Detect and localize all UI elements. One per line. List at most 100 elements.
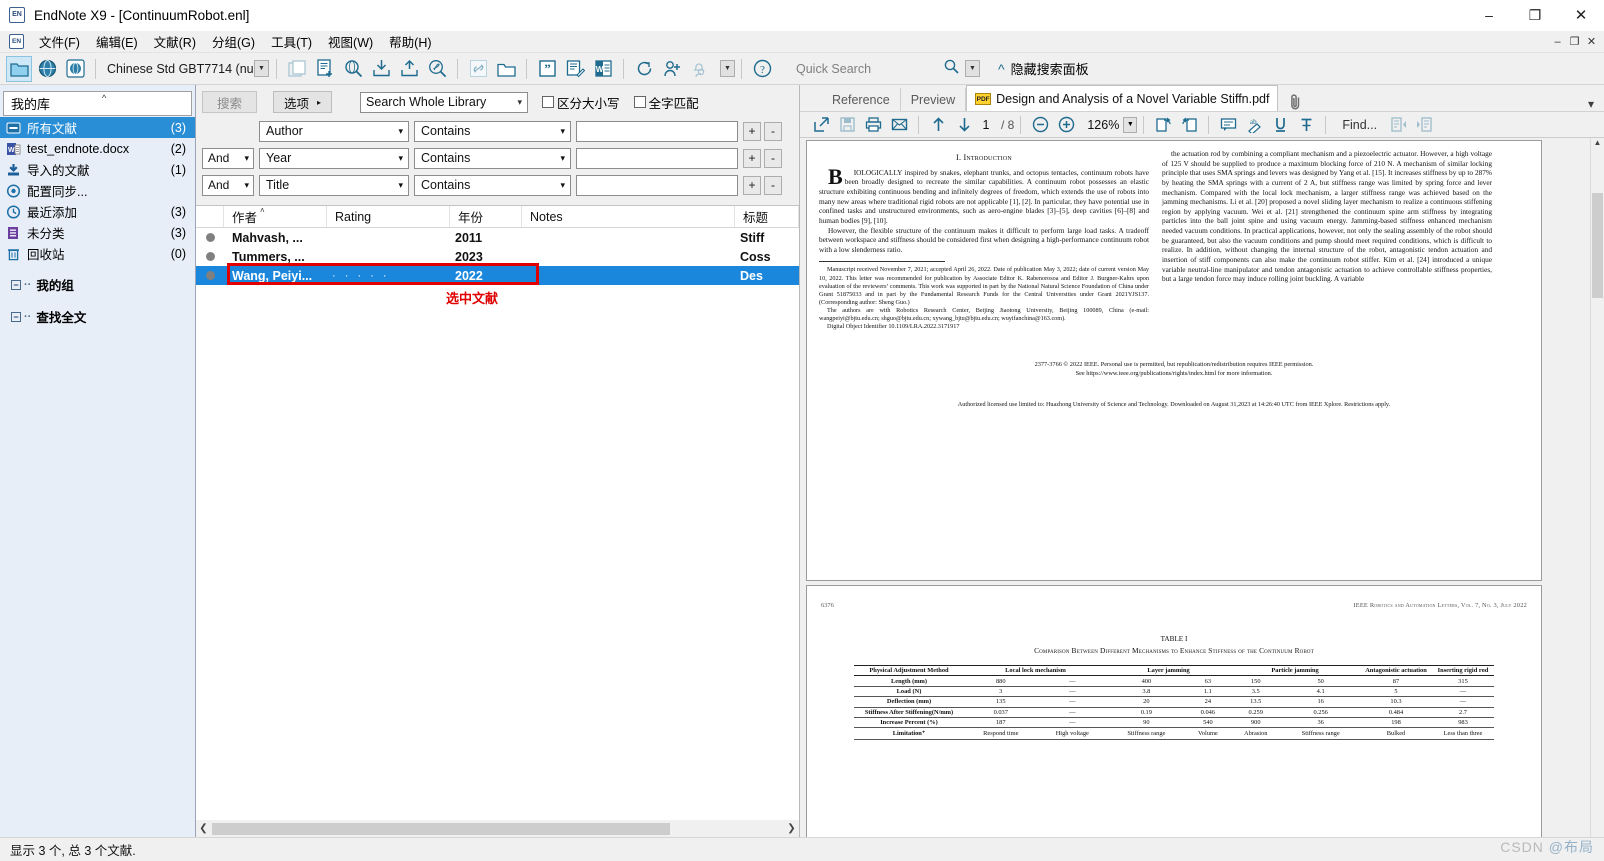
new-reference-icon[interactable] bbox=[312, 56, 338, 82]
add-search-row-button[interactable]: + bbox=[743, 148, 761, 168]
column-header-attachment[interactable] bbox=[196, 206, 224, 227]
online-search-icon[interactable] bbox=[340, 56, 366, 82]
menu-item-references[interactable]: 文献(R) bbox=[146, 30, 204, 53]
sync-icon[interactable] bbox=[631, 56, 657, 82]
scroll-left-icon[interactable]: ❮ bbox=[196, 823, 211, 834]
minimize-button[interactable]: – bbox=[1466, 0, 1512, 31]
hscroll-thumb[interactable] bbox=[212, 822, 670, 835]
search-button[interactable]: 搜索 bbox=[202, 91, 258, 113]
table-row[interactable]: Wang, Peiyi... · · · · · 2022 Des bbox=[196, 266, 799, 285]
search-field-select[interactable]: Title ▾ bbox=[259, 174, 409, 196]
column-header-year[interactable]: 年份 bbox=[450, 206, 522, 227]
search-term-input[interactable] bbox=[576, 120, 738, 142]
print-icon[interactable] bbox=[860, 113, 886, 136]
chevron-down-icon[interactable]: ▼ bbox=[254, 60, 269, 77]
sidebar-group-my-groups[interactable]: − ·· 我的组 bbox=[0, 274, 195, 295]
sidebar-item-unfiled[interactable]: 未分类 (3) bbox=[0, 222, 195, 243]
scroll-right-icon[interactable]: ❯ bbox=[784, 823, 799, 834]
search-field-select[interactable]: Author ▾ bbox=[259, 120, 409, 142]
chevron-down-icon[interactable]: ▼ bbox=[1123, 116, 1138, 133]
export-icon[interactable] bbox=[396, 56, 422, 82]
checkbox-box[interactable] bbox=[542, 96, 555, 108]
sticky-note-icon[interactable] bbox=[1215, 113, 1241, 136]
quick-search-dropdown-icon[interactable]: ▼ bbox=[965, 60, 980, 77]
link-icon[interactable] bbox=[465, 56, 491, 82]
hscroll-track[interactable] bbox=[211, 821, 784, 836]
email-icon[interactable] bbox=[886, 113, 912, 136]
strikethrough-icon[interactable] bbox=[1293, 113, 1319, 136]
notify-icon[interactable] bbox=[687, 56, 713, 82]
page-up-icon[interactable] bbox=[925, 113, 951, 136]
search-field-select[interactable]: Year ▾ bbox=[259, 147, 409, 169]
column-header-rating[interactable]: Rating bbox=[327, 206, 450, 227]
tab-reference[interactable]: Reference bbox=[822, 88, 901, 111]
open-pdf-icon[interactable] bbox=[424, 56, 450, 82]
zoom-out-icon[interactable] bbox=[1027, 113, 1053, 136]
search-comparator-select[interactable]: Contains ▾ bbox=[414, 174, 571, 196]
menu-item-view[interactable]: 视图(W) bbox=[320, 30, 381, 53]
save-icon[interactable] bbox=[834, 113, 860, 136]
sidebar-item-imported-references[interactable]: 导入的文献 (1) bbox=[0, 159, 195, 180]
pdf-vertical-scrollbar[interactable]: ▲ bbox=[1590, 138, 1604, 837]
add-search-row-button[interactable]: + bbox=[743, 121, 761, 141]
search-comparator-select[interactable]: Contains ▾ bbox=[414, 120, 571, 142]
add-search-row-button[interactable]: + bbox=[743, 175, 761, 195]
maximize-button[interactable]: ❐ bbox=[1512, 0, 1558, 31]
copy-references-icon[interactable] bbox=[284, 56, 310, 82]
column-header-title[interactable]: 标题 bbox=[735, 206, 799, 227]
table-row[interactable]: Mahvash, ... 2011 Stiff bbox=[196, 228, 799, 247]
column-header-author[interactable]: 作者 ˄ bbox=[224, 206, 327, 227]
match-words-checkbox[interactable]: 全字匹配 bbox=[633, 93, 699, 112]
read-status-dot[interactable] bbox=[196, 233, 224, 242]
output-style-combo[interactable]: Chinese Std GBT7714 (numeri ▼ bbox=[102, 58, 270, 79]
zoom-in-icon[interactable] bbox=[1053, 113, 1079, 136]
word-icon[interactable]: W bbox=[590, 56, 616, 82]
search-icon[interactable] bbox=[944, 59, 959, 79]
tab-preview[interactable]: Preview bbox=[901, 88, 967, 111]
menu-item-file[interactable]: 文件(F) bbox=[31, 30, 88, 53]
help-icon[interactable]: ? bbox=[749, 56, 775, 82]
menu-item-help[interactable]: 帮助(H) bbox=[381, 30, 439, 53]
page-down-icon[interactable] bbox=[951, 113, 977, 136]
reference-list-hscrollbar[interactable]: ❮ ❯ bbox=[196, 820, 799, 837]
mdi-close-button[interactable]: ✕ bbox=[1583, 35, 1600, 48]
remove-search-row-button[interactable]: - bbox=[764, 121, 782, 141]
remove-search-row-button[interactable]: - bbox=[764, 148, 782, 168]
mdi-restore-button[interactable]: ❐ bbox=[1566, 35, 1583, 48]
pdf-find-input[interactable]: Find... bbox=[1342, 118, 1377, 132]
insert-citation-icon[interactable]: ” bbox=[534, 56, 560, 82]
rotate-right-icon[interactable] bbox=[1176, 113, 1202, 136]
paperclip-icon[interactable] bbox=[1278, 93, 1312, 111]
search-operator-select[interactable]: And ▾ bbox=[202, 147, 254, 169]
quick-search-input[interactable]: Quick Search bbox=[796, 62, 936, 76]
chevron-down-icon[interactable]: ▾ bbox=[1588, 97, 1604, 111]
sidebar-item-recently-added[interactable]: 最近添加 (3) bbox=[0, 201, 195, 222]
highlight-icon[interactable]: ab bbox=[1241, 113, 1267, 136]
next-match-icon[interactable] bbox=[1411, 113, 1437, 136]
close-button[interactable]: ✕ bbox=[1558, 0, 1604, 31]
search-options-button[interactable]: 选项 ▸ bbox=[273, 91, 333, 113]
import-icon[interactable] bbox=[368, 56, 394, 82]
search-comparator-select[interactable]: Contains ▾ bbox=[414, 147, 571, 169]
tab-pdf-attachment[interactable]: PDF Design and Analysis of a Novel Varia… bbox=[966, 85, 1279, 111]
collapse-expander-icon[interactable]: − bbox=[11, 279, 21, 290]
notify-dropdown-icon[interactable]: ▼ bbox=[720, 60, 735, 77]
sidebar-item-configure-sync[interactable]: 配置同步... bbox=[0, 180, 195, 201]
search-operator-select[interactable]: And ▾ bbox=[202, 174, 254, 196]
sidebar-item-all-references[interactable]: 所有文献 (3) bbox=[0, 117, 195, 138]
collapse-expander-icon[interactable]: − bbox=[11, 311, 21, 322]
table-row[interactable]: Tummers, ... 2023 Coss bbox=[196, 247, 799, 266]
my-library-header[interactable]: 我的库 ^ bbox=[3, 91, 192, 116]
sidebar-group-find-full-text[interactable]: − ·· 查找全文 bbox=[0, 306, 195, 327]
mdi-minimize-button[interactable]: – bbox=[1549, 36, 1566, 48]
rotate-left-icon[interactable] bbox=[1150, 113, 1176, 136]
pdf-scroll-thumb[interactable] bbox=[1592, 193, 1603, 298]
menu-item-edit[interactable]: 编辑(E) bbox=[88, 30, 146, 53]
search-scope-select[interactable]: Search Whole Library ▾ bbox=[360, 91, 529, 113]
read-status-dot[interactable] bbox=[196, 271, 224, 280]
menu-item-groups[interactable]: 分组(G) bbox=[204, 30, 263, 53]
scroll-up-icon[interactable]: ▲ bbox=[1591, 138, 1604, 152]
column-header-notes[interactable]: Notes bbox=[522, 206, 735, 227]
edit-citation-icon[interactable] bbox=[562, 56, 588, 82]
hide-search-panel-button[interactable]: ^ 隐藏搜索面板 bbox=[998, 59, 1089, 78]
